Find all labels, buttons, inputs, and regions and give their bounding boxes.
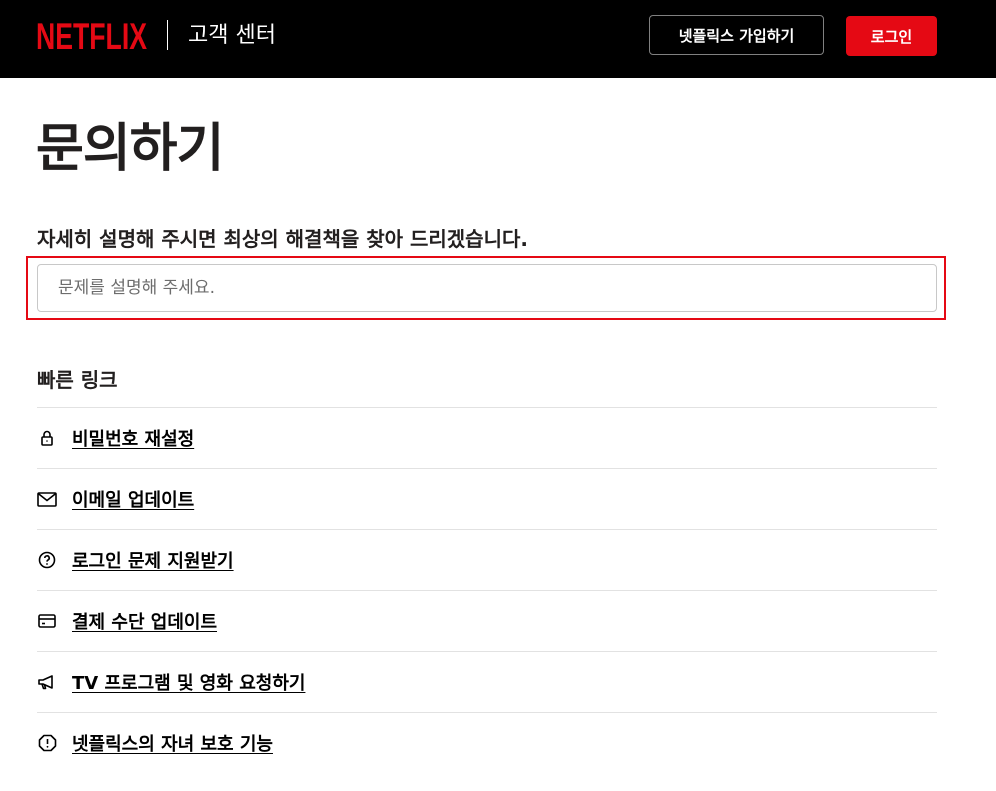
quick-link-title-request[interactable]: TV 프로그램 및 영화 요청하기	[37, 651, 937, 712]
quick-link-login-help[interactable]: 로그인 문제 지원받기	[37, 529, 937, 590]
netflix-logo-icon: NETFLIX	[36, 18, 147, 52]
page-title: 문의하기	[36, 119, 224, 179]
quick-link-email-update[interactable]: 이메일 업데이트	[37, 468, 937, 529]
credit-card-icon	[37, 611, 57, 631]
quick-link-label[interactable]: 이메일 업데이트	[72, 486, 194, 512]
mail-icon	[37, 489, 57, 509]
top-bar: NETFLIX 고객 센터 넷플릭스 가입하기 로그인	[0, 0, 996, 78]
lock-icon	[37, 428, 57, 448]
quick-link-label[interactable]: 비밀번호 재설정	[72, 425, 194, 451]
quick-link-label[interactable]: TV 프로그램 및 영화 요청하기	[72, 669, 305, 695]
search-input[interactable]	[37, 264, 937, 312]
quick-link-label[interactable]: 넷플릭스의 자녀 보호 기능	[72, 730, 273, 756]
quick-link-label[interactable]: 결제 수단 업데이트	[72, 608, 217, 634]
login-button[interactable]: 로그인	[846, 16, 937, 56]
quick-link-password-reset[interactable]: 비밀번호 재설정	[37, 407, 937, 468]
signup-button[interactable]: 넷플릭스 가입하기	[649, 15, 824, 55]
netflix-logo-text: NETFLIX	[36, 18, 147, 52]
quick-links-list: 비밀번호 재설정 이메일 업데이트 로그인 문제 지원받기 결제 수단 업데이트…	[37, 407, 937, 773]
search-prompt: 자세히 설명해 주시면 최상의 해결책을 찾아 드리겠습니다.	[37, 227, 528, 251]
help-center-title[interactable]: 고객 센터	[188, 21, 276, 51]
netflix-logo[interactable]: NETFLIX	[36, 18, 148, 52]
quick-link-payment-update[interactable]: 결제 수단 업데이트	[37, 590, 937, 651]
quick-links-title: 빠른 링크	[37, 368, 118, 392]
quick-link-label[interactable]: 로그인 문제 지원받기	[72, 547, 234, 573]
quick-link-parental-controls[interactable]: 넷플릭스의 자녀 보호 기능	[37, 712, 937, 773]
question-circle-icon	[37, 550, 57, 570]
megaphone-icon	[37, 672, 57, 692]
shield-alert-icon	[37, 733, 57, 753]
header-divider	[167, 20, 168, 50]
